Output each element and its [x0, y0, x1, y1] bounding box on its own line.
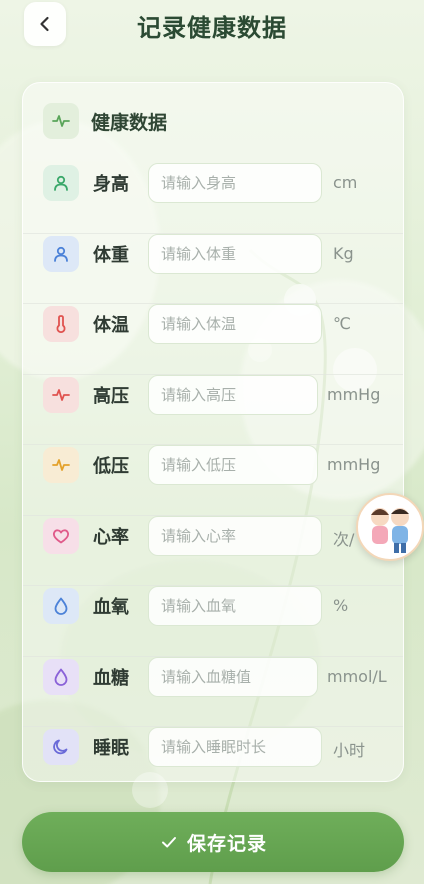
field-label: 高压: [93, 385, 129, 407]
field-label: 心率: [93, 526, 129, 548]
page-title: 记录健康数据: [137, 14, 287, 42]
pulse-icon: [43, 447, 79, 483]
field-unit: Kg: [333, 243, 354, 263]
droplet-icon: [43, 658, 79, 695]
field-label: 身高: [93, 174, 129, 195]
app-header: 记录健康数据: [0, 0, 424, 50]
person-icon: [43, 165, 79, 201]
field-label: 血糖: [93, 667, 129, 689]
field-row-height: 身高 cm: [23, 163, 403, 234]
field-unit: cm: [333, 173, 358, 192]
temperature-input[interactable]: [148, 304, 322, 344]
diastolic-input[interactable]: [148, 445, 318, 485]
field-row-sleep: 睡眠 小时: [23, 727, 403, 798]
droplet-icon: [43, 588, 79, 624]
field-label: 体重: [93, 244, 129, 266]
health-field-list: 身高 cm 体重 Kg 体温 ℃ 高压 mmHg 低压 mmHg 心率 次/血氧% 血糖 mmol/L 睡眠…: [23, 163, 403, 798]
section-title: 健康数据: [91, 111, 168, 134]
heart-icon: [43, 517, 79, 554]
field-label: 低压: [93, 456, 129, 477]
field-label: 体温: [93, 315, 129, 336]
blood_sugar-input[interactable]: [148, 656, 318, 697]
assistant-avatar[interactable]: [356, 493, 424, 561]
systolic-input[interactable]: [148, 374, 318, 415]
activity-icon: [43, 103, 79, 139]
moon-icon: [43, 729, 79, 765]
field-unit: ℃: [333, 314, 351, 333]
field-row-heart_rate: 心率 次/: [23, 515, 403, 586]
weight-input[interactable]: [148, 233, 322, 274]
field-row-temperature: 体温 ℃: [23, 304, 403, 375]
field-row-blood_sugar: 血糖 mmol/L: [23, 656, 403, 727]
field-unit: %: [333, 596, 349, 615]
save-record-button[interactable]: 保存记录: [22, 812, 404, 872]
health-data-card: 健康数据 身高 cm 体重 Kg 体温 ℃ 高压 mmHg 低压 mmHg 心率 次/血氧% 血糖 mmo…: [22, 82, 404, 782]
sleep-input[interactable]: [148, 727, 322, 767]
kids-mascot-icon: [371, 508, 409, 553]
height-input[interactable]: [148, 163, 322, 203]
section-header: 健康数据: [43, 103, 167, 139]
field-row-systolic: 高压 mmHg: [23, 374, 403, 445]
field-unit: 次/: [333, 529, 355, 549]
field-label: 血氧: [93, 597, 129, 618]
field-unit: mmHg: [327, 384, 381, 404]
field-unit: 小时: [333, 741, 366, 760]
thermometer-icon: [43, 306, 79, 342]
blood_oxygen-input[interactable]: [148, 586, 322, 626]
field-row-diastolic: 低压 mmHg: [23, 445, 403, 516]
person-icon: [43, 235, 79, 272]
pulse-icon: [43, 376, 79, 413]
heart_rate-input[interactable]: [148, 515, 322, 556]
field-row-blood_oxygen: 血氧%: [23, 586, 403, 657]
save-label: 保存记录: [186, 832, 267, 855]
field-unit: mmol/L: [327, 666, 387, 686]
field-unit: mmHg: [327, 455, 381, 474]
field-row-weight: 体重 Kg: [23, 233, 403, 304]
field-label: 睡眠: [93, 738, 129, 759]
check-icon: [161, 837, 176, 848]
